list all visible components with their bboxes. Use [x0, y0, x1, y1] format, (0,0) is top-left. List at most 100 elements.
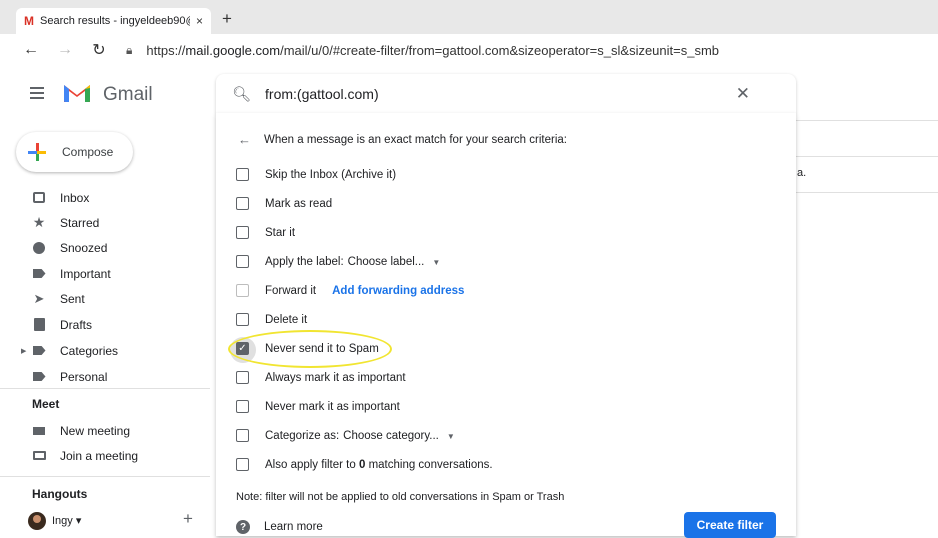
sidebar-item-important[interactable]: Important — [0, 261, 210, 286]
learn-more-link[interactable]: Learn more — [264, 521, 323, 533]
sidebar-item-personal[interactable]: Personal — [0, 364, 210, 389]
option-categorize[interactable]: Categorize as: Choose category... ▼ — [236, 429, 455, 442]
checkbox[interactable] — [236, 429, 249, 442]
sidebar-item-label: Inbox — [60, 190, 90, 205]
dropdown-caret-icon: ▼ — [446, 431, 455, 441]
option-label: Star it — [265, 226, 296, 239]
option-label: Categorize as: — [265, 429, 340, 442]
option-label: Forward it — [265, 284, 317, 297]
hangouts-user[interactable]: Ingy ▾ — [52, 514, 81, 527]
url-field[interactable]: https://mail.google.com/mail/u/0/#create… — [146, 43, 719, 58]
compose-label: Compose — [62, 145, 114, 159]
option-label: Also apply filter to — [265, 458, 359, 471]
reload-icon[interactable]: ↻ — [90, 40, 108, 60]
option-label: Always mark it as important — [265, 371, 406, 384]
sidebar-item-sent[interactable]: ➤ Sent — [0, 286, 210, 311]
search-bar[interactable]: 🔍︎ ✕ — [216, 74, 796, 114]
sidebar-item-inbox[interactable]: Inbox — [0, 185, 210, 210]
sidebar-item-label: Join a meeting — [60, 448, 139, 463]
url-path: /mail/u/0/#create-filter/from=gattool.co… — [280, 42, 720, 58]
sidebar-divider — [0, 388, 210, 389]
checkbox[interactable] — [236, 313, 249, 326]
compose-button[interactable]: Compose — [16, 132, 133, 172]
lock-icon: 🔒︎ — [126, 42, 133, 57]
tab-title: Search results - ingyeldeeb90@ — [40, 15, 190, 27]
filter-note: Note: filter will not be applied to old … — [236, 491, 565, 503]
option-star-it[interactable]: Star it — [236, 226, 295, 239]
browser-tab[interactable]: M Search results - ingyeldeeb90@ × — [16, 8, 211, 34]
search-input[interactable] — [265, 86, 736, 102]
sidebar-item-starred[interactable]: ★ Starred — [0, 210, 210, 235]
meet-heading: Meet — [32, 397, 60, 411]
create-filter-panel: ← When a message is an exact match for y… — [216, 113, 796, 538]
label-icon — [32, 344, 46, 358]
sidebar-item-label: Personal — [60, 369, 108, 384]
browser-tab-bar: M Search results - ingyeldeeb90@ × + — [0, 0, 938, 34]
avatar[interactable] — [28, 512, 46, 530]
clock-icon — [32, 241, 46, 255]
checkbox[interactable] — [236, 284, 249, 297]
category-dropdown[interactable]: Choose category... ▼ — [343, 430, 455, 442]
create-filter-button[interactable]: Create filter — [684, 512, 776, 538]
checkbox[interactable] — [236, 371, 249, 384]
dropdown-value: Choose category... — [343, 429, 439, 442]
option-label: Mark as read — [265, 197, 333, 210]
sidebar-item-label: Snoozed — [60, 240, 108, 255]
close-search-icon[interactable]: ✕ — [736, 84, 750, 104]
star-icon: ★ — [32, 214, 46, 230]
new-tab-button[interactable]: + — [222, 9, 232, 29]
main-divider — [796, 192, 938, 193]
expand-icon[interactable]: ▶ — [21, 347, 26, 355]
dropdown-value: Choose label... — [347, 255, 425, 268]
sidebar-item-label: Drafts — [60, 317, 93, 332]
sidebar-item-label: Important — [60, 266, 111, 281]
result-text: a. — [797, 167, 807, 179]
sidebar-item-snoozed[interactable]: Snoozed — [0, 235, 210, 260]
back-arrow-icon[interactable]: ← — [238, 132, 251, 147]
option-label: Skip the Inbox (Archive it) — [265, 168, 397, 181]
sidebar-item-new-meeting[interactable]: New meeting — [0, 418, 210, 443]
checkbox[interactable] — [236, 458, 249, 471]
dropdown-caret-icon: ▼ — [432, 257, 441, 267]
checkbox[interactable] — [236, 197, 249, 210]
url-prefix: https:// — [146, 42, 186, 58]
help-icon[interactable]: ? — [236, 520, 250, 534]
option-always-important[interactable]: Always mark it as important — [236, 371, 406, 384]
add-hangout-button[interactable]: + — [183, 509, 193, 529]
tab-close-icon[interactable]: × — [196, 14, 203, 28]
search-icon[interactable]: 🔍︎ — [232, 85, 251, 103]
draft-icon — [32, 318, 46, 332]
label-dropdown[interactable]: Choose label... ▼ — [348, 256, 441, 268]
camera-icon — [32, 424, 46, 438]
app-name: Gmail — [103, 84, 153, 105]
main-divider — [796, 120, 938, 121]
main-menu-icon[interactable] — [30, 87, 44, 102]
sidebar-item-join-meeting[interactable]: Join a meeting — [0, 443, 210, 468]
option-apply-label[interactable]: Apply the label: Choose label... ▼ — [236, 255, 440, 268]
checkbox[interactable] — [236, 255, 249, 268]
checkbox[interactable] — [236, 400, 249, 413]
option-mark-read[interactable]: Mark as read — [236, 197, 332, 210]
gmail-favicon-icon: M — [24, 14, 34, 28]
sidebar-item-drafts[interactable]: Drafts — [0, 312, 210, 337]
main-divider — [796, 156, 938, 157]
option-forward-it[interactable]: Forward it Add forwarding address — [236, 284, 464, 297]
option-label: Apply the label: — [265, 255, 344, 268]
option-delete-it[interactable]: Delete it — [236, 313, 307, 326]
checkbox[interactable] — [236, 226, 249, 239]
add-forwarding-link[interactable]: Add forwarding address — [332, 285, 464, 297]
label-icon — [32, 370, 46, 384]
url-host: mail.google.com — [185, 42, 281, 58]
sidebar-divider — [0, 476, 210, 477]
forward-icon[interactable]: → — [56, 41, 74, 59]
sidebar-item-categories[interactable]: ▶ Categories — [0, 338, 210, 363]
back-icon[interactable]: ← — [22, 41, 40, 59]
option-never-important[interactable]: Never mark it as important — [236, 400, 400, 413]
option-skip-inbox[interactable]: Skip the Inbox (Archive it) — [236, 168, 396, 181]
highlight-ellipse — [228, 330, 392, 368]
sidebar-item-label: Sent — [60, 291, 85, 306]
option-also-apply[interactable]: Also apply filter to 0 matching conversa… — [236, 458, 493, 471]
hangouts-heading: Hangouts — [32, 487, 88, 501]
send-icon: ➤ — [33, 290, 45, 306]
checkbox[interactable] — [236, 168, 249, 181]
